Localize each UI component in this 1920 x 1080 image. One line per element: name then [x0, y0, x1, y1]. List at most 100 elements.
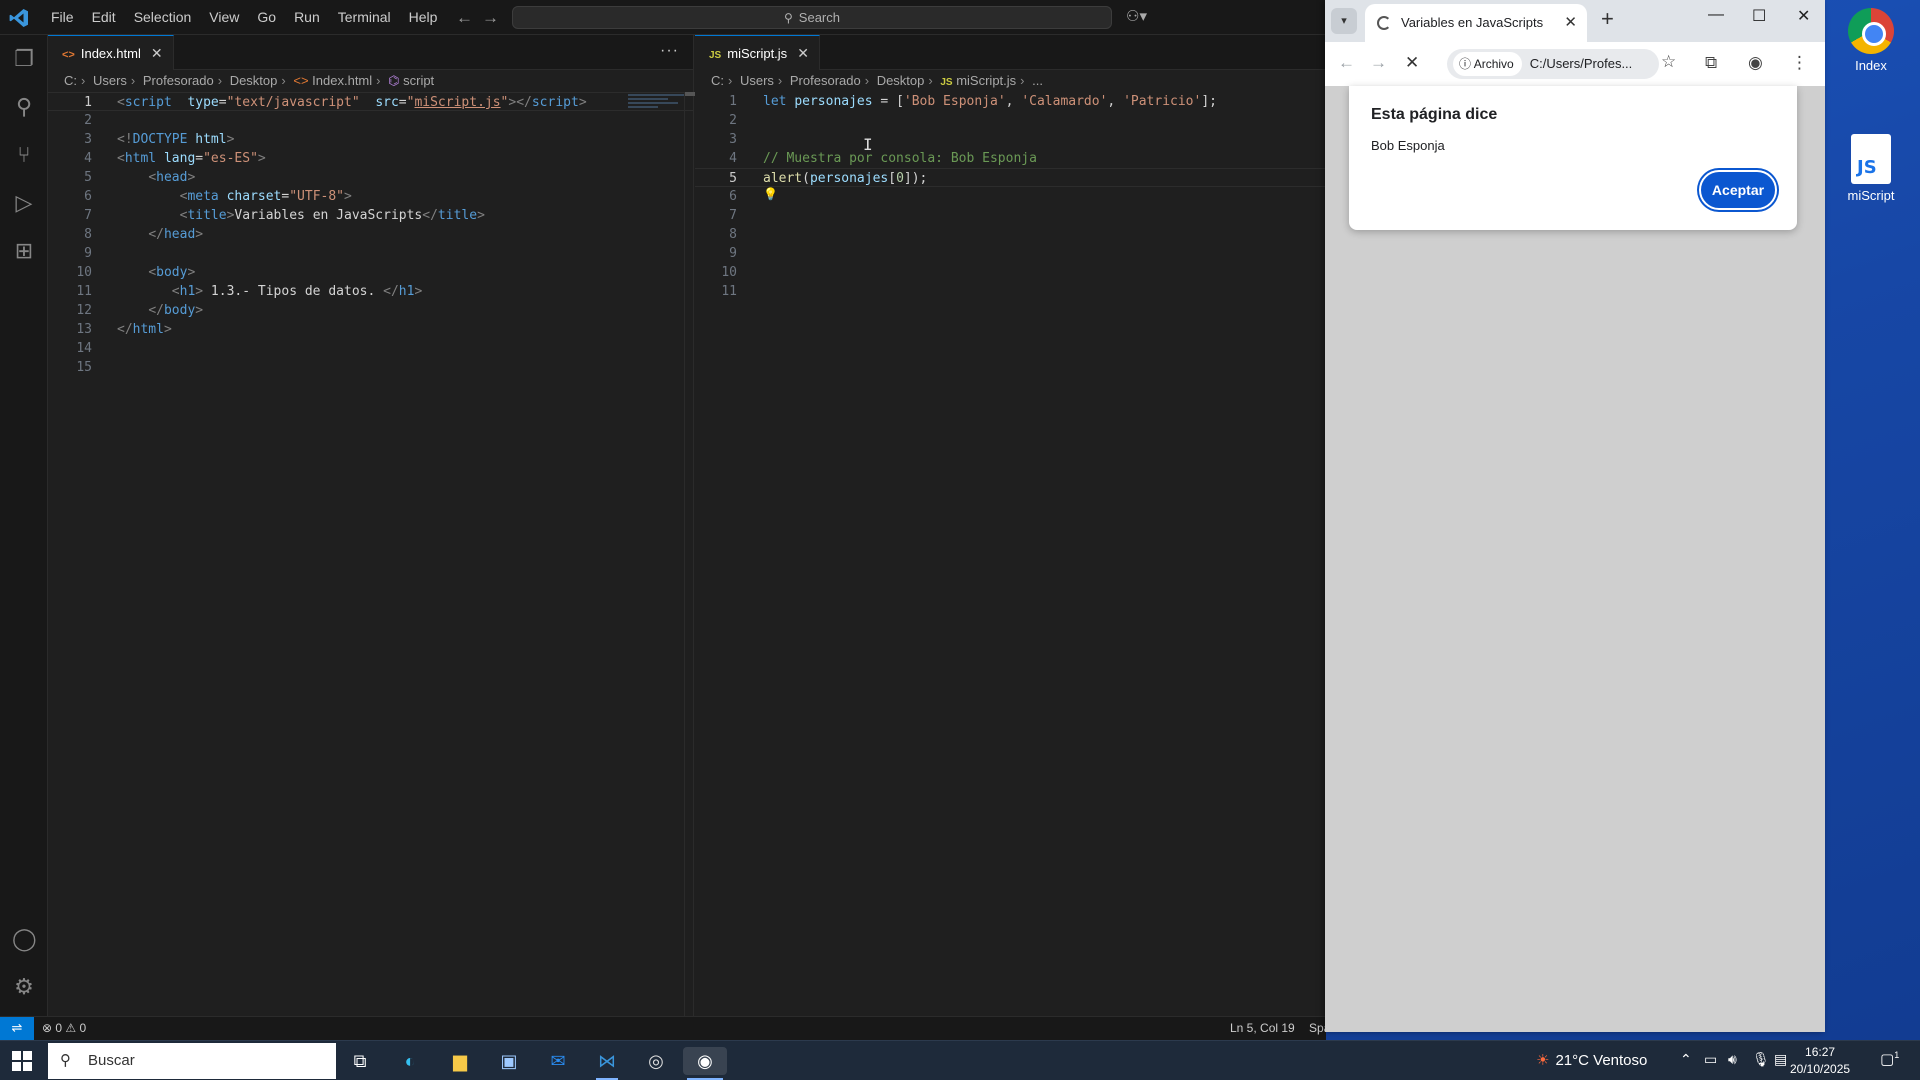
profile-icon[interactable]: ◉	[1748, 53, 1763, 73]
address-bar[interactable]: ⓘ Archivo C:/Users/Profes...	[1447, 49, 1659, 79]
vertical-scrollbar[interactable]	[684, 92, 695, 1016]
weather-icon: ☀	[1536, 1052, 1550, 1069]
chrome-toolbar: ← → ✕ ⓘ Archivo C:/Users/Profes... ☆ ⧉ ◉ …	[1325, 42, 1825, 86]
account-icon[interactable]: ◯	[12, 927, 37, 951]
html-file-icon: <>	[293, 73, 309, 88]
menu-bar: File Edit Selection View Go Run Terminal…	[42, 0, 446, 35]
taskbar: ⚲ Buscar ⧉ ◐ ▆ ▣ ✉ ⋈ ◎ ◉ ☀ 21°C Ventoso ⌃ …	[0, 1040, 1920, 1080]
desktop-icon-label: miScript	[1847, 188, 1895, 203]
taskbar-search[interactable]: ⚲ Buscar	[48, 1043, 336, 1079]
desktop-icon-miscript[interactable]: JS miScript	[1826, 134, 1916, 203]
vscode-window: File Edit Selection View Go Run Terminal…	[0, 0, 1330, 1040]
activity-bar: ❐ ⚲ ⑂ ▷ ⊞ ◯ ⚙	[0, 35, 48, 1016]
command-center-search[interactable]: ⚲ Search	[512, 6, 1112, 29]
extensions-icon[interactable]: ⊞	[12, 239, 36, 263]
file-explorer-icon[interactable]: ▆	[445, 1047, 475, 1075]
store-icon[interactable]: ▣	[494, 1047, 524, 1075]
remote-icon[interactable]: ⇌	[0, 1017, 34, 1040]
network-icon[interactable]: ▤	[1774, 1051, 1787, 1068]
cursor-position[interactable]: Ln 5, Col 19	[1230, 1017, 1295, 1039]
code-editor-html[interactable]: 1 <script type="text/javascript" src="miS…	[48, 92, 693, 1016]
tab-miscript-js[interactable]: JS miScript.js ✕	[695, 35, 820, 70]
explorer-icon[interactable]: ❐	[12, 47, 36, 71]
accept-button[interactable]: Aceptar	[1699, 170, 1777, 210]
js-file-icon: JS	[940, 77, 953, 88]
extensions-puzzle-icon[interactable]: ⧉	[1705, 53, 1717, 73]
chrome-taskbar-icon[interactable]: ◉	[683, 1047, 727, 1080]
close-icon[interactable]: ✕	[797, 45, 809, 61]
task-view-icon[interactable]: ⧉	[345, 1047, 375, 1075]
chrome-window: ▾ Variables en JavaScripts ✕ + — ☐ ✕ ← →…	[1325, 0, 1825, 1032]
site-info-chip[interactable]: ⓘ Archivo	[1453, 52, 1522, 76]
loading-spinner-icon	[1377, 16, 1391, 30]
tab-bar: <> Index.html ✕ ···	[48, 35, 693, 70]
tab-search-icon[interactable]: ▾	[1331, 8, 1357, 34]
microphone-icon[interactable]: 🎙︎	[1752, 1051, 1770, 1068]
search-icon: ⚲	[60, 1052, 71, 1069]
info-icon: ⓘ	[1459, 57, 1472, 71]
maximize-icon[interactable]: ☐	[1752, 6, 1766, 26]
js-file-icon: JS	[1851, 134, 1891, 184]
back-icon[interactable]: ←	[1338, 53, 1355, 73]
problems-indicator[interactable]: ⊗ 0 ⚠ 0	[42, 1017, 86, 1039]
desktop-icon-label: Index	[1855, 58, 1887, 73]
search-icon[interactable]: ⚲	[12, 95, 36, 119]
forward-icon[interactable]: →	[1370, 53, 1387, 73]
menu-terminal[interactable]: Terminal	[329, 0, 400, 35]
close-icon[interactable]: ✕	[151, 45, 163, 61]
menu-kebab-icon[interactable]: ⋮	[1791, 53, 1808, 73]
menu-edit[interactable]: Edit	[83, 0, 125, 35]
outlook-icon[interactable]: ✉	[543, 1047, 573, 1075]
menu-selection[interactable]: Selection	[125, 0, 201, 35]
copilot-icon[interactable]: ⚇▾	[1126, 7, 1147, 25]
minimize-icon[interactable]: —	[1708, 6, 1724, 24]
menu-run[interactable]: Run	[285, 0, 329, 35]
back-arrow-icon[interactable]: ←	[456, 8, 473, 28]
app-icon[interactable]: ◎	[641, 1047, 671, 1075]
chrome-tab[interactable]: Variables en JavaScripts ✕	[1365, 4, 1587, 42]
js-file-icon: JS	[709, 50, 722, 61]
mouse-ibeam-cursor: I	[863, 135, 873, 154]
chrome-icon	[1848, 8, 1894, 54]
html-file-icon: <>	[62, 49, 75, 61]
menu-file[interactable]: File	[42, 0, 83, 35]
symbol-icon: ⌬	[388, 73, 400, 88]
new-tab-icon[interactable]: +	[1601, 6, 1614, 32]
edge-icon[interactable]: ◐	[395, 1047, 425, 1075]
close-window-icon[interactable]: ✕	[1797, 6, 1810, 26]
page-content: Esta página dice Bob Esponja Aceptar	[1325, 86, 1825, 1032]
menu-help[interactable]: Help	[400, 0, 447, 35]
notification-icon[interactable]: ▢1	[1880, 1050, 1899, 1068]
editor-group-left: <> Index.html ✕ ··· C: › Users › Profesorado…	[48, 35, 695, 1016]
editor-group-right: JS miScript.js ✕ C: › Users › Profesorado › D…	[695, 35, 1326, 1016]
camera-icon[interactable]: ▭	[1704, 1051, 1717, 1068]
minimap[interactable]	[628, 92, 688, 122]
windows-start-icon[interactable]	[12, 1051, 32, 1071]
vscode-logo-icon	[9, 9, 28, 27]
tab-index-html[interactable]: <> Index.html ✕	[48, 35, 174, 70]
code-editor-js[interactable]: 1 let personajes = ['Bob Esponja', 'Calam…	[695, 92, 1326, 1016]
run-debug-icon[interactable]: ▷	[12, 191, 36, 215]
lightbulb-icon[interactable]: 💡	[763, 187, 778, 201]
status-bar: ⇌ ⊗ 0 ⚠ 0 Ln 5, Col 19 Spa	[0, 1016, 1330, 1040]
chrome-tab-strip: ▾ Variables en JavaScripts ✕ + — ☐ ✕	[1325, 0, 1825, 42]
breadcrumb: C: › Users › Profesorado › Desktop › <> Inde…	[64, 73, 435, 88]
stop-loading-icon[interactable]: ✕	[1405, 53, 1419, 73]
more-actions-icon[interactable]: ···	[660, 42, 679, 60]
search-icon: ⚲	[784, 11, 793, 25]
source-control-icon[interactable]: ⑂	[12, 143, 36, 167]
chevron-up-icon[interactable]: ⌃	[1680, 1051, 1692, 1068]
vscode-taskbar-icon[interactable]: ⋈	[592, 1047, 622, 1080]
volume-icon[interactable]: 🔊︎	[1728, 1051, 1737, 1068]
forward-arrow-icon[interactable]: →	[482, 8, 499, 28]
desktop-icon-index[interactable]: Index	[1826, 8, 1916, 73]
tab-bar: JS miScript.js ✕	[695, 35, 1326, 70]
gear-icon[interactable]: ⚙	[12, 975, 36, 999]
weather-widget[interactable]: ☀ 21°C Ventoso	[1536, 1041, 1647, 1080]
menu-view[interactable]: View	[200, 0, 248, 35]
menu-go[interactable]: Go	[248, 0, 285, 35]
title-bar: File Edit Selection View Go Run Terminal…	[0, 0, 1326, 35]
close-icon[interactable]: ✕	[1564, 4, 1577, 42]
bookmark-star-icon[interactable]: ☆	[1661, 52, 1676, 72]
clock[interactable]: 16:27 20/10/2025	[1790, 1044, 1850, 1078]
